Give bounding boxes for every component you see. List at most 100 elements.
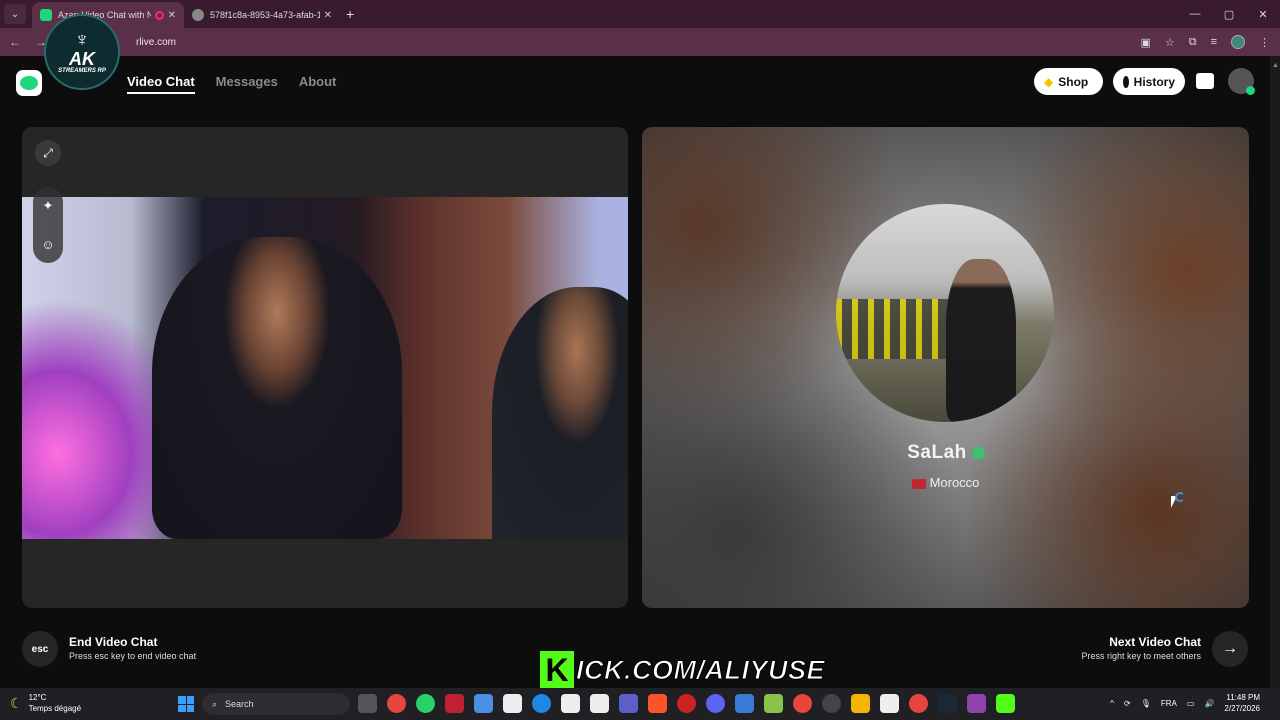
search-icon: ⌕ [212,698,218,709]
steam-icon[interactable] [938,694,957,713]
microphone-icon[interactable]: 🎙 [1141,699,1151,708]
history-label: History [1133,74,1175,89]
capcut-icon[interactable] [880,694,899,713]
peer-video-panel: SaLah Morocco [642,127,1249,608]
magic-wand-icon[interactable]: ✦ [43,198,54,214]
logo-name: AK [69,49,95,69]
clock-icon [1123,75,1129,88]
weather-desc: Temps dégagé [28,704,82,713]
azar-logo-icon[interactable] [16,70,42,96]
time: 11:48 PM [1226,693,1260,702]
globe-icon [192,9,204,21]
close-tab-icon[interactable]: ✕ [324,10,332,21]
language-indicator[interactable]: FRA [1161,699,1177,708]
capcut-icon[interactable] [503,694,522,713]
kick-app-icon[interactable] [996,694,1015,713]
windows-taskbar: ☾ 12°C Temps dégagé ⌕ Search ^ ⟳ 🎙 FRA ▭… [0,688,1280,720]
recording-icon [154,10,164,20]
taskbar-clock[interactable]: 11:48 PM 2/27/2026 [1224,692,1260,714]
peer-country-row: Morocco [642,475,1249,490]
remote-desktop-icon[interactable] [735,694,754,713]
azar-favicon-icon [40,9,52,21]
mail-icon[interactable] [474,694,493,713]
system-tray: ^ ⟳ 🎙 FRA ▭ 🔊 11:48 PM 2/27/2026 [1110,692,1260,714]
bookmark-star-icon[interactable]: ☆ [1165,36,1175,49]
kick-url-text: ICK.COM/ALIYUSE [575,654,826,685]
next-chat-title: Next Video Chat [1109,635,1201,649]
browser-tabbar: ⌄ Azar: Video Chat with New ✕ 578f1c8a-8… [0,0,1280,28]
weather-temp: 12°C [28,693,47,702]
browser-profile-avatar[interactable] [1231,35,1245,49]
expand-icon[interactable]: ⤢ [35,140,61,166]
main-nav: Video Chat Messages About [127,74,336,94]
tray-chevron-icon[interactable]: ^ [1110,699,1114,708]
eagle-icon: ♆ [74,29,90,51]
peer-profile-photo [836,204,1054,422]
camera-person [492,287,628,539]
taskbar-search[interactable]: ⌕ Search [202,693,350,715]
back-arrow-icon[interactable]: ← [4,35,26,49]
maximize-button[interactable]: ▢ [1212,0,1246,28]
tab-search-button[interactable]: ⌄ [4,4,26,24]
kick-overlay: K ICK.COM/ALIYUSE [540,651,825,689]
cast-icon[interactable]: ▣ [1140,36,1150,49]
media-control-icon[interactable]: ≡ [1211,36,1217,48]
history-button[interactable]: History [1113,68,1185,95]
capcut-icon[interactable] [561,694,580,713]
opera-gx-icon[interactable] [677,694,696,713]
obs-icon[interactable] [822,694,841,713]
window-controls: — ▢ ✕ [1178,0,1280,28]
brave-icon[interactable] [648,694,667,713]
scroll-up-icon[interactable]: ▲ [1272,62,1279,72]
self-video-panel: ⤢ ✦ ☺ [22,127,628,608]
self-camera-feed [22,197,628,539]
teams-icon[interactable] [619,694,638,713]
address-bar: ← → rlive.com ▣ ☆ ⧉ ≡ ⋮ [0,28,1280,56]
capcut-icon[interactable] [590,694,609,713]
online-status-icon [1246,86,1255,95]
nav-video-chat[interactable]: Video Chat [127,74,195,94]
new-tab-button[interactable]: + [346,6,366,22]
whatsapp-icon[interactable] [416,694,435,713]
shop-label: Shop [1058,74,1089,89]
next-chat-hint: Press right key to meet others [1081,651,1201,661]
app-header: Video Chat Messages About ◆ Shop History [0,56,1280,108]
weather-widget[interactable]: ☾ 12°C Temps dégagé [10,692,81,714]
notes-icon[interactable] [764,694,783,713]
morocco-flag-icon [911,478,926,489]
close-window-button[interactable]: ✕ [1246,0,1280,28]
url-field[interactable]: rlive.com [136,37,176,48]
end-chat-title: End Video Chat [69,635,158,649]
opera-icon[interactable] [445,694,464,713]
camera-person [152,237,402,539]
chrome-icon[interactable] [793,694,812,713]
shop-button[interactable]: ◆ Shop [1034,68,1103,95]
profile-avatar[interactable] [1228,68,1255,95]
face-filter-icon[interactable]: ☺ [41,237,54,252]
task-view-icon[interactable] [358,694,377,713]
discord-icon[interactable] [706,694,725,713]
peer-person [946,259,1016,422]
close-tab-icon[interactable]: ✕ [168,10,176,21]
browser-menu-icon[interactable]: ⋮ [1259,36,1270,49]
peer-name-row: SaLah [642,442,1249,464]
chrome-icon[interactable] [909,694,928,713]
nav-messages[interactable]: Messages [216,74,278,94]
next-chat-button[interactable]: → [1212,631,1248,667]
chrome-icon[interactable] [387,694,406,713]
page-scrollbar[interactable]: ▲ [1270,56,1280,688]
windows-start-icon[interactable] [178,696,194,712]
network-icon[interactable]: ▭ [1187,699,1195,708]
minimize-button[interactable]: — [1178,0,1212,28]
tab-second[interactable]: 578f1c8a-8953-4a73-afab-173 ✕ [184,2,340,28]
game-icon[interactable] [967,694,986,713]
edge-icon[interactable] [532,694,551,713]
gym-equipment [836,299,956,359]
end-chat-button[interactable]: esc [22,631,58,667]
sync-icon[interactable]: ⟳ [1124,699,1131,708]
nav-about[interactable]: About [299,74,337,94]
extensions-icon[interactable]: ⧉ [1189,36,1197,49]
volume-icon[interactable]: 🔊 [1204,699,1214,708]
folder-icon[interactable] [851,694,870,713]
store-icon[interactable] [1196,73,1214,89]
